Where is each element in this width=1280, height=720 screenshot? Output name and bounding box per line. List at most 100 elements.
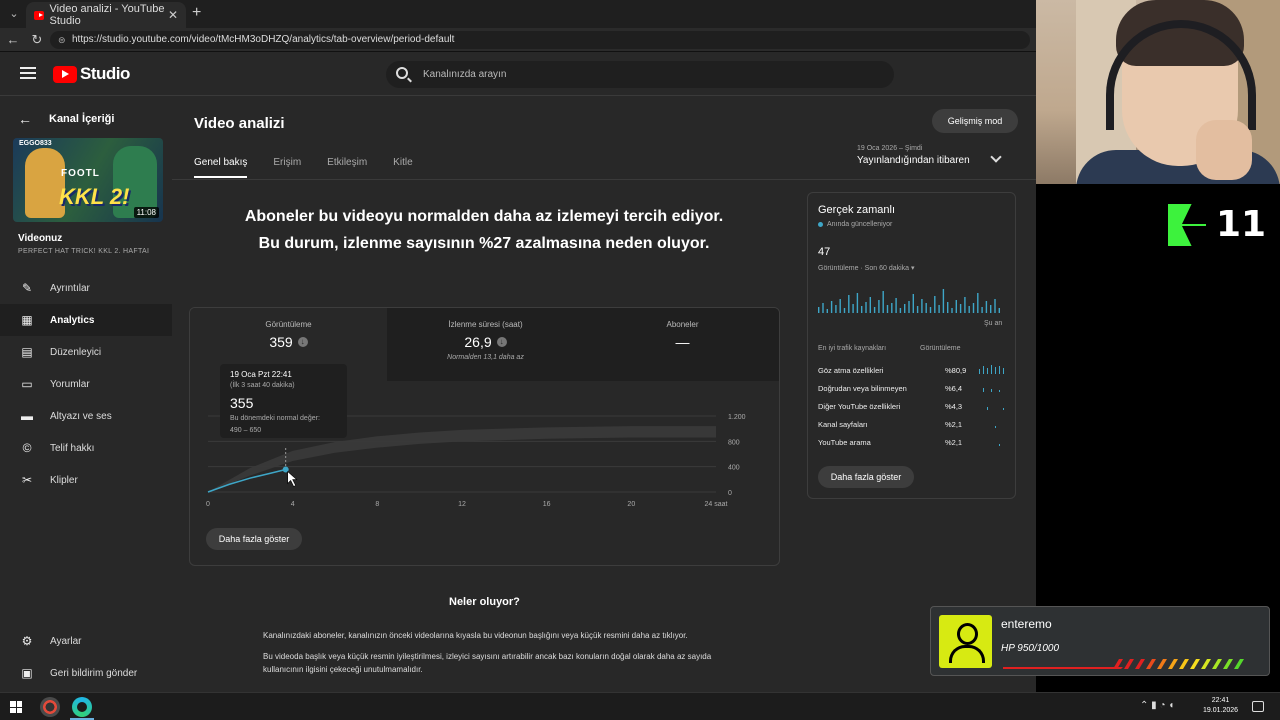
tab-reach[interactable]: Erişim <box>273 157 301 178</box>
hp-bar <box>1003 659 1244 669</box>
hp-bar-segment <box>1190 659 1200 669</box>
realtime-bar <box>873 307 876 313</box>
show-more-button[interactable]: Daha fazla göster <box>206 528 302 550</box>
brand-number: 11 <box>1216 204 1267 245</box>
realtime-card: Gerçek zamanlı Anında güncelleniyor 47 G… <box>807 192 1016 499</box>
url-field[interactable]: ⊜ https://studio.youtube.com/video/tMcHM… <box>50 31 1030 49</box>
live-dot-icon <box>818 222 823 227</box>
system-tray-icons[interactable]: ⌃ ▮ ◔ ◖ <box>1140 700 1174 711</box>
realtime-bar <box>981 307 983 313</box>
new-tab-icon[interactable]: + <box>192 4 201 22</box>
webcam-feed <box>1036 0 1280 184</box>
realtime-bar <box>826 309 828 313</box>
clock-date: 19.01.2026 <box>1203 707 1239 714</box>
chart-tooltip: 19 Oca Pzt 22:41 (İlk 3 saat 40 dakika) … <box>220 364 347 438</box>
traffic-pct: %6,4 <box>945 384 963 393</box>
x-tick-label: 0 <box>206 501 210 508</box>
realtime-bar <box>998 308 1000 313</box>
sidebar-item-clips[interactable]: ✂ Klipler <box>0 464 172 496</box>
tabs-divider <box>172 179 1036 180</box>
realtime-count-label[interactable]: Görüntüleme · Son 60 dakika ▾ <box>818 264 915 272</box>
back-to-content[interactable]: ← Kanal İçeriği <box>18 111 114 127</box>
site-info-icon[interactable]: ⊜ <box>58 31 66 49</box>
studio-logo-text: Studio <box>80 64 130 83</box>
realtime-bar <box>985 301 988 313</box>
metric-subscribers[interactable]: Aboneler — <box>584 308 779 381</box>
metric-watch-time[interactable]: İzlenme süresi (saat) 26,9 ↓ Normalden 13… <box>387 308 584 381</box>
tab-engagement[interactable]: Etkileşim <box>327 157 367 178</box>
metric-value: 26,9 <box>464 334 492 350</box>
realtime-bar <box>955 300 957 313</box>
gear-icon: ⚙ <box>21 634 33 648</box>
realtime-bar <box>822 303 824 313</box>
realtime-bar <box>891 303 893 313</box>
realtime-bar <box>990 305 992 313</box>
hp-bar-segment <box>1179 659 1189 669</box>
sidebar-item-label: Yorumlar <box>50 378 90 390</box>
tab-title: Video analizi - YouTube Studio <box>49 3 165 27</box>
browser-tab[interactable]: Video analizi - YouTube Studio ✕ <box>26 2 186 28</box>
url-text: https://studio.youtube.com/video/tMcHM3o… <box>72 34 455 45</box>
realtime-bar <box>942 289 945 313</box>
tooltip-range: 490 – 650 <box>230 427 262 434</box>
chevron-down-icon[interactable] <box>990 151 1002 163</box>
y-tick-label: 1.200 <box>728 414 746 421</box>
sidebar-item-subtitles[interactable]: ▬ Altyazı ve ses <box>0 400 172 432</box>
sidebar-item-settings[interactable]: ⚙ Ayarlar <box>0 625 172 657</box>
sidebar-item-copyright[interactable]: © Telif hakkı <box>0 432 172 464</box>
sidebar-item-details[interactable]: ✎ Ayrıntılar <box>0 272 172 304</box>
realtime-bar <box>959 304 962 313</box>
k-logo-icon <box>1168 204 1206 246</box>
tab-audience[interactable]: Kitle <box>393 157 412 178</box>
realtime-bar <box>964 297 966 313</box>
realtime-bar <box>916 306 919 313</box>
reload-icon[interactable]: ↻ <box>28 31 46 49</box>
tooltip-date: 19 Oca Pzt 22:41 <box>230 370 292 379</box>
realtime-bar <box>921 299 923 313</box>
scissors-icon: ✂ <box>21 473 33 487</box>
user-avatar-icon <box>939 615 992 668</box>
traffic-source: Kanal sayfaları <box>818 420 868 429</box>
subtitles-icon: ▬ <box>21 409 33 423</box>
menu-icon[interactable] <box>20 67 36 79</box>
edge-browser-icon[interactable] <box>72 697 92 717</box>
realtime-bar <box>843 308 846 313</box>
realtime-bar <box>899 308 902 313</box>
sidebar-item-editor[interactable]: ▤ Düzenleyici <box>0 336 172 368</box>
sidebar-item-analytics[interactable]: ▦ Analytics <box>0 304 172 336</box>
realtime-bar <box>904 304 906 313</box>
tab-list-chevron-icon[interactable]: ⌄ <box>6 6 22 22</box>
obs-app-icon[interactable] <box>40 697 60 717</box>
arrow-down-icon: ↓ <box>297 337 308 347</box>
realtime-bar <box>951 308 953 313</box>
youtube-favicon-icon <box>34 10 44 20</box>
windows-start-icon[interactable] <box>10 701 22 713</box>
address-bar: ← ↻ ⊜ https://studio.youtube.com/video/t… <box>0 28 1036 52</box>
search-input[interactable]: Kanalınızda arayın <box>423 69 506 80</box>
advanced-mode-button[interactable]: Gelişmiş mod <box>932 109 1018 133</box>
taskbar-clock[interactable]: 22:41 19.01.2026 <box>1203 696 1238 716</box>
metric-label: İzlenme süresi (saat) <box>448 320 523 329</box>
period-selector[interactable]: 19 Oca 2026 – Şimdi Yayınlandığından iti… <box>857 145 970 166</box>
tab-close-icon[interactable]: ✕ <box>168 8 178 22</box>
period-label: Yayınlandığından itibaren <box>857 155 970 166</box>
video-thumbnail[interactable]: EGGO833 FOOTL KKL 2! 11:08 <box>13 138 163 222</box>
sidebar-item-comments[interactable]: ▭ Yorumlar <box>0 368 172 400</box>
back-arrow-icon[interactable]: ← <box>4 31 22 49</box>
realtime-bar <box>818 307 820 313</box>
studio-logo[interactable]: Studio <box>53 64 130 84</box>
traffic-sparkline <box>983 388 1000 392</box>
hp-bar-segment <box>1146 659 1156 669</box>
video-duration: 11:08 <box>133 207 159 218</box>
search-bar[interactable]: Kanalınızda arayın <box>386 61 894 88</box>
traffic-pct: %4,3 <box>945 402 963 411</box>
sidebar-item-feedback[interactable]: ▣ Geri bildirim gönder <box>0 657 172 689</box>
browser-tab-bar: ⌄ Video analizi - YouTube Studio ✕ + <box>0 0 1036 28</box>
back-label: Kanal İçeriği <box>49 113 115 125</box>
notification-icon[interactable] <box>1252 701 1264 712</box>
realtime-show-more-button[interactable]: Daha fazla göster <box>818 466 914 488</box>
mouse-cursor-icon <box>287 470 298 487</box>
tab-overview[interactable]: Genel bakış <box>194 157 248 178</box>
sidebar-item-label: Ayrıntılar <box>50 282 90 294</box>
realtime-bar <box>938 305 940 313</box>
